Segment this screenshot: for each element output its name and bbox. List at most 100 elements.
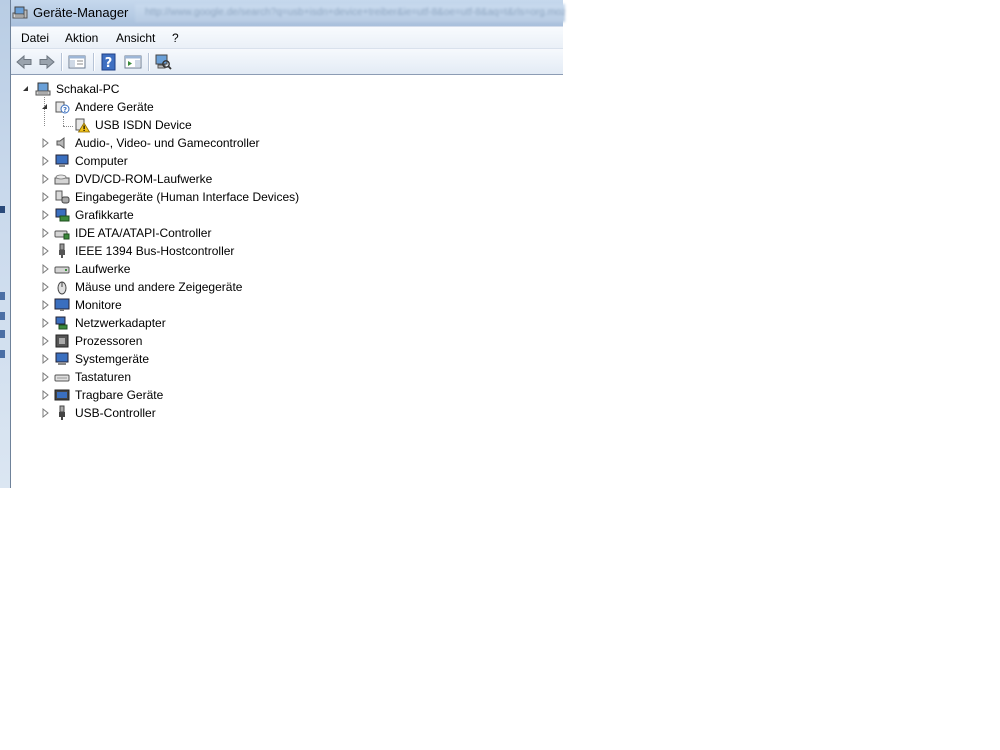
keyboard-icon xyxy=(54,374,70,382)
mouse-icon xyxy=(57,281,67,295)
expand-triangle-icon[interactable] xyxy=(40,170,50,188)
scan-hardware-icon[interactable] xyxy=(153,52,173,72)
expand-triangle-icon[interactable] xyxy=(40,188,50,206)
window-title: Geräte-Manager xyxy=(33,5,129,20)
tree-node-label: Netzwerkadapter xyxy=(75,316,166,330)
toolbar-separator xyxy=(61,53,63,71)
expand-triangle-icon[interactable] xyxy=(40,260,50,278)
tree-node-label: Schakal-PC xyxy=(56,82,120,96)
usb-icon xyxy=(59,405,65,420)
menu-aktion[interactable]: Aktion xyxy=(65,31,98,45)
monitor-icon xyxy=(54,298,70,311)
expand-triangle-icon[interactable] xyxy=(40,134,50,152)
menu-help[interactable]: ? xyxy=(172,31,179,45)
tree-node-label: Systemgeräte xyxy=(75,352,150,366)
back-arrow-icon[interactable] xyxy=(14,52,34,72)
speaker-icon xyxy=(56,137,65,149)
expand-triangle-icon[interactable] xyxy=(40,404,50,422)
device-manager-icon[interactable] xyxy=(12,4,29,21)
tree-node-label: Eingabegeräte (Human Interface Devices) xyxy=(75,190,300,204)
optical-drive-icon xyxy=(54,174,70,185)
background-fragment xyxy=(0,330,5,338)
menu-datei[interactable]: Datei xyxy=(21,31,49,45)
toolbar: ? xyxy=(11,49,563,75)
system-devices-icon xyxy=(55,352,69,365)
tree-node-category[interactable]: DVD/CD-ROM-Laufwerke xyxy=(11,170,551,188)
tree-node-label: Laufwerke xyxy=(75,262,131,276)
collapse-triangle-icon[interactable] xyxy=(40,98,50,116)
ide-controller-icon xyxy=(54,230,70,240)
expand-triangle-icon[interactable] xyxy=(40,224,50,242)
expand-triangle-icon[interactable] xyxy=(40,350,50,368)
display-adapter-icon xyxy=(55,208,70,222)
tree-node-category[interactable]: Tragbare Geräte xyxy=(11,386,551,404)
svg-text:?: ? xyxy=(63,106,67,114)
tree-node-category[interactable]: IEEE 1394 Bus-Hostcontroller xyxy=(11,242,551,260)
tree-node-label: IDE ATA/ATAPI-Controller xyxy=(75,226,212,240)
unknown-device-icon: ? xyxy=(55,101,70,114)
portable-device-icon xyxy=(54,389,70,401)
tree-node-root[interactable]: Schakal-PC xyxy=(11,80,551,98)
tree-node-label: Computer xyxy=(75,154,128,168)
menu-ansicht[interactable]: Ansicht xyxy=(116,31,155,45)
tree-node-category[interactable]: Laufwerke xyxy=(11,260,551,278)
computer-monitor-icon xyxy=(55,154,69,167)
tree-node-label: Mäuse und andere Zeigegeräte xyxy=(75,280,243,294)
computer-icon xyxy=(35,82,51,96)
toolbar-separator xyxy=(93,53,95,71)
action-pane-icon[interactable] xyxy=(123,52,143,72)
show-hide-console-tree-icon[interactable] xyxy=(67,52,87,72)
toolbar-separator xyxy=(148,53,150,71)
tree-node-category[interactable]: IDE ATA/ATAPI-Controller xyxy=(11,224,551,242)
expand-triangle-icon[interactable] xyxy=(40,296,50,314)
tree-node-category[interactable]: Audio-, Video- und Gamecontroller xyxy=(11,134,551,152)
background-fragment xyxy=(0,292,5,300)
expand-triangle-icon[interactable] xyxy=(40,242,50,260)
tree-node-category[interactable]: Systemgeräte xyxy=(11,350,551,368)
expand-triangle-icon[interactable] xyxy=(40,314,50,332)
tree-node-category[interactable]: Eingabegeräte (Human Interface Devices) xyxy=(11,188,551,206)
tree-node-category[interactable]: Mäuse und andere Zeigegeräte xyxy=(11,278,551,296)
tree-node-andere-geraete[interactable]: ? Andere Geräte xyxy=(11,98,551,116)
processor-icon xyxy=(55,334,69,348)
background-window-edge xyxy=(0,0,10,488)
forward-arrow-icon[interactable] xyxy=(37,52,57,72)
background-fragment xyxy=(0,206,5,213)
tree-node-category[interactable]: Netzwerkadapter xyxy=(11,314,551,332)
tree-node-category[interactable]: Tastaturen xyxy=(11,368,551,386)
firewire-icon xyxy=(59,243,65,258)
background-fragment xyxy=(0,312,5,320)
background-fragment xyxy=(0,350,5,358)
tree-node-label: Grafikkarte xyxy=(75,208,134,222)
expand-triangle-icon[interactable] xyxy=(40,332,50,350)
expand-triangle-icon[interactable] xyxy=(40,386,50,404)
tree-node-category[interactable]: Monitore xyxy=(11,296,551,314)
title-bar[interactable]: Geräte-Manager http://www.google.de/sear… xyxy=(11,0,565,26)
hid-icon xyxy=(55,190,70,204)
device-manager-window: Geräte-Manager http://www.google.de/sear… xyxy=(10,0,565,488)
tree-node-category[interactable]: USB-Controller xyxy=(11,404,551,422)
help-icon[interactable]: ? xyxy=(99,52,119,72)
tree-node-label: IEEE 1394 Bus-Hostcontroller xyxy=(75,244,235,258)
tree-node-label: Tastaturen xyxy=(75,370,132,384)
collapse-triangle-icon[interactable] xyxy=(21,80,31,98)
tree-node-usb-isdn-device[interactable]: USB ISDN Device xyxy=(11,116,551,134)
network-adapter-icon xyxy=(55,316,68,330)
tree-node-label: USB ISDN Device xyxy=(95,118,192,132)
svg-text:?: ? xyxy=(105,56,113,71)
tree-node-label: USB-Controller xyxy=(75,406,156,420)
tree-node-label: Prozessoren xyxy=(75,334,143,348)
tree-node-label: Tragbare Geräte xyxy=(75,388,164,402)
expand-triangle-icon[interactable] xyxy=(40,368,50,386)
expand-triangle-icon[interactable] xyxy=(40,206,50,224)
device-tree: Schakal-PC ? Andere Geräte USB ISDN Devi… xyxy=(11,78,563,488)
tree-node-label: Monitore xyxy=(75,298,122,312)
tree-node-category[interactable]: Prozessoren xyxy=(11,332,551,350)
tree-node-category[interactable]: Grafikkarte xyxy=(11,206,551,224)
warning-device-icon xyxy=(75,118,90,133)
disk-drive-icon xyxy=(54,266,70,274)
expand-triangle-icon[interactable] xyxy=(40,152,50,170)
tree-node-label: Andere Geräte xyxy=(75,100,154,114)
tree-node-category[interactable]: Computer xyxy=(11,152,551,170)
expand-triangle-icon[interactable] xyxy=(40,278,50,296)
